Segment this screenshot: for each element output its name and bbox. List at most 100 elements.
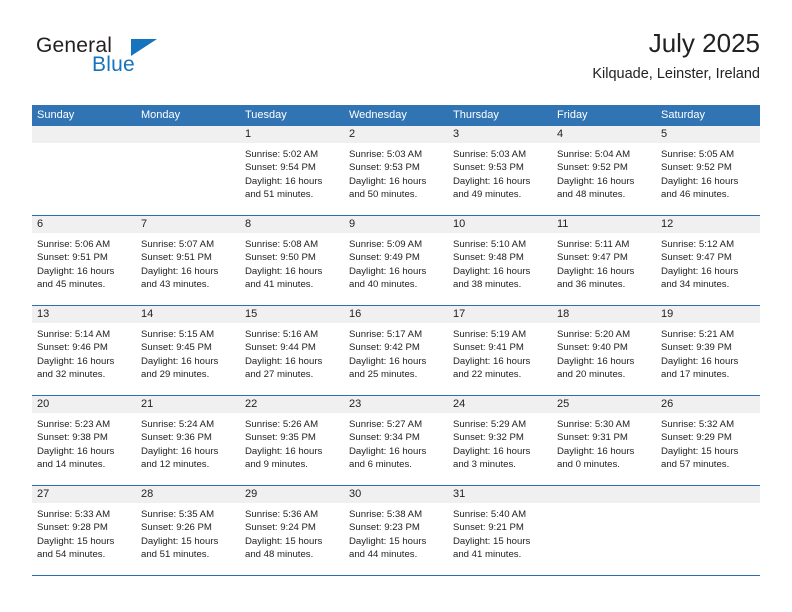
calendar-day-cell[interactable]: 8 Sunrise: 5:08 AM Sunset: 9:50 PM Daylight… <box>240 216 344 305</box>
calendar-day-cell[interactable]: 22 Sunrise: 5:26 AM Sunset: 9:35 PM Dayligh… <box>240 396 344 485</box>
day-details: Sunrise: 5:09 AM Sunset: 9:49 PM Daylight:… <box>344 233 448 292</box>
calendar-day-cell[interactable]: 29 Sunrise: 5:36 AM Sunset: 9:24 PM Dayligh… <box>240 486 344 575</box>
calendar-day-cell[interactable]: 21 Sunrise: 5:24 AM Sunset: 9:36 PM Dayligh… <box>136 396 240 485</box>
daylight-text-line2: and 48 minutes. <box>557 189 626 201</box>
sunset-text: Sunset: 9:44 PM <box>245 342 316 354</box>
day-number: 8 <box>240 216 344 233</box>
calendar-day-cell[interactable]: 16 Sunrise: 5:17 AM Sunset: 9:42 PM Dayligh… <box>344 306 448 395</box>
calendar-day-cell[interactable]: 25 Sunrise: 5:30 AM Sunset: 9:31 PM Dayligh… <box>552 396 656 485</box>
sunrise-text: Sunrise: 5:12 AM <box>661 239 735 250</box>
calendar-day-cell[interactable]: 5 Sunrise: 5:05 AM Sunset: 9:52 PM Daylight… <box>656 126 760 215</box>
day-number: 27 <box>32 486 136 503</box>
logo-triangle-icon <box>131 39 157 56</box>
daylight-text-line2: and 41 minutes. <box>245 279 314 291</box>
sunset-text: Sunset: 9:53 PM <box>453 162 524 174</box>
calendar-weeks: 1 Sunrise: 5:02 AM Sunset: 9:54 PM Daylight… <box>32 126 760 576</box>
calendar-day-cell[interactable]: 18 Sunrise: 5:20 AM Sunset: 9:40 PM Dayligh… <box>552 306 656 395</box>
daylight-text-line1: Daylight: 16 hours <box>661 355 739 367</box>
sunset-text: Sunset: 9:42 PM <box>349 342 420 354</box>
sunrise-text: Sunrise: 5:16 AM <box>245 329 319 340</box>
sunset-text: Sunset: 9:21 PM <box>453 522 524 534</box>
sunset-text: Sunset: 9:36 PM <box>141 432 212 444</box>
day-details: Sunrise: 5:10 AM Sunset: 9:48 PM Daylight:… <box>448 233 552 292</box>
sunrise-text: Sunrise: 5:26 AM <box>245 419 319 430</box>
calendar-day-cell[interactable]: 3 Sunrise: 5:03 AM Sunset: 9:53 PM Daylight… <box>448 126 552 215</box>
daylight-text-line1: Daylight: 16 hours <box>557 355 635 367</box>
title-block: July 2025 Kilquade, Leinster, Ireland <box>592 26 760 85</box>
calendar-day-cell[interactable]: 30 Sunrise: 5:38 AM Sunset: 9:23 PM Dayligh… <box>344 486 448 575</box>
calendar-day-cell[interactable]: 12 Sunrise: 5:12 AM Sunset: 9:47 PM Dayligh… <box>656 216 760 305</box>
sunset-text: Sunset: 9:50 PM <box>245 252 316 264</box>
daylight-text-line1: Daylight: 16 hours <box>141 355 219 367</box>
day-number: 5 <box>656 126 760 143</box>
day-details: Sunrise: 5:02 AM Sunset: 9:54 PM Daylight:… <box>240 143 344 202</box>
daylight-text-line2: and 27 minutes. <box>245 369 314 381</box>
calendar-day-cell[interactable]: 26 Sunrise: 5:32 AM Sunset: 9:29 PM Dayligh… <box>656 396 760 485</box>
sunrise-text: Sunrise: 5:14 AM <box>37 329 111 340</box>
day-number: 30 <box>344 486 448 503</box>
calendar-day-cell[interactable]: 15 Sunrise: 5:16 AM Sunset: 9:44 PM Dayligh… <box>240 306 344 395</box>
day-number: 29 <box>240 486 344 503</box>
daylight-text-line2: and 25 minutes. <box>349 369 418 381</box>
day-details: Sunrise: 5:05 AM Sunset: 9:52 PM Daylight:… <box>656 143 760 202</box>
weekday-header-sunday: Sunday <box>37 109 75 121</box>
calendar-day-cell[interactable]: 14 Sunrise: 5:15 AM Sunset: 9:45 PM Dayligh… <box>136 306 240 395</box>
calendar-day-cell[interactable]: 7 Sunrise: 5:07 AM Sunset: 9:51 PM Daylight… <box>136 216 240 305</box>
logo-text-blue: Blue <box>92 53 135 76</box>
daylight-text-line1: Daylight: 16 hours <box>453 265 531 277</box>
sunrise-text: Sunrise: 5:07 AM <box>141 239 215 250</box>
weekday-header-thursday: Thursday <box>453 109 499 121</box>
sunset-text: Sunset: 9:40 PM <box>557 342 628 354</box>
calendar-day-cell[interactable]: 31 Sunrise: 5:40 AM Sunset: 9:21 PM Dayligh… <box>448 486 552 575</box>
sunset-text: Sunset: 9:48 PM <box>453 252 524 264</box>
sunset-text: Sunset: 9:52 PM <box>557 162 628 174</box>
calendar-day-cell[interactable]: 24 Sunrise: 5:29 AM Sunset: 9:32 PM Dayligh… <box>448 396 552 485</box>
day-details: Sunrise: 5:27 AM Sunset: 9:34 PM Daylight:… <box>344 413 448 472</box>
calendar-day-cell[interactable]: 6 Sunrise: 5:06 AM Sunset: 9:51 PM Daylight… <box>32 216 136 305</box>
sunset-text: Sunset: 9:49 PM <box>349 252 420 264</box>
daylight-text-line2: and 46 minutes. <box>661 189 730 201</box>
day-number: 18 <box>552 306 656 323</box>
sunrise-text: Sunrise: 5:21 AM <box>661 329 735 340</box>
calendar-day-cell[interactable]: 23 Sunrise: 5:27 AM Sunset: 9:34 PM Dayligh… <box>344 396 448 485</box>
general-blue-logo: General Blue <box>32 34 272 90</box>
calendar-day-cell[interactable]: 4 Sunrise: 5:04 AM Sunset: 9:52 PM Daylight… <box>552 126 656 215</box>
day-details: Sunrise: 5:38 AM Sunset: 9:23 PM Daylight:… <box>344 503 448 562</box>
page-header: General Blue July 2025 Kilquade, Leinste… <box>32 26 760 98</box>
calendar-day-cell[interactable]: 17 Sunrise: 5:19 AM Sunset: 9:41 PM Dayligh… <box>448 306 552 395</box>
sunrise-text: Sunrise: 5:27 AM <box>349 419 423 430</box>
calendar-day-cell[interactable]: 13 Sunrise: 5:14 AM Sunset: 9:46 PM Dayligh… <box>32 306 136 395</box>
weekday-header-wednesday: Wednesday <box>349 109 407 121</box>
calendar-day-cell[interactable]: 9 Sunrise: 5:09 AM Sunset: 9:49 PM Daylight… <box>344 216 448 305</box>
calendar-day-cell[interactable]: 1 Sunrise: 5:02 AM Sunset: 9:54 PM Daylight… <box>240 126 344 215</box>
sunrise-text: Sunrise: 5:06 AM <box>37 239 111 250</box>
sunrise-text: Sunrise: 5:33 AM <box>37 509 111 520</box>
day-details: Sunrise: 5:40 AM Sunset: 9:21 PM Daylight:… <box>448 503 552 562</box>
sunset-text: Sunset: 9:38 PM <box>37 432 108 444</box>
calendar-day-cell[interactable]: 27 Sunrise: 5:33 AM Sunset: 9:28 PM Dayligh… <box>32 486 136 575</box>
sunrise-text: Sunrise: 5:02 AM <box>245 149 319 160</box>
calendar-day-cell[interactable]: 10 Sunrise: 5:10 AM Sunset: 9:48 PM Dayligh… <box>448 216 552 305</box>
daylight-text-line2: and 17 minutes. <box>661 369 730 381</box>
sunset-text: Sunset: 9:54 PM <box>245 162 316 174</box>
sunrise-text: Sunrise: 5:10 AM <box>453 239 527 250</box>
calendar-day-cell[interactable]: 19 Sunrise: 5:21 AM Sunset: 9:39 PM Dayligh… <box>656 306 760 395</box>
calendar-day-cell[interactable]: 28 Sunrise: 5:35 AM Sunset: 9:26 PM Dayligh… <box>136 486 240 575</box>
daylight-text-line2: and 51 minutes. <box>245 189 314 201</box>
daylight-text-line1: Daylight: 16 hours <box>141 265 219 277</box>
day-details: Sunrise: 5:36 AM Sunset: 9:24 PM Daylight:… <box>240 503 344 562</box>
day-number: 7 <box>136 216 240 233</box>
calendar-day-cell[interactable]: 20 Sunrise: 5:23 AM Sunset: 9:38 PM Dayligh… <box>32 396 136 485</box>
calendar-day-cell[interactable]: 11 Sunrise: 5:11 AM Sunset: 9:47 PM Dayligh… <box>552 216 656 305</box>
sunset-text: Sunset: 9:47 PM <box>557 252 628 264</box>
sunrise-text: Sunrise: 5:03 AM <box>349 149 423 160</box>
day-number: 17 <box>448 306 552 323</box>
sunrise-text: Sunrise: 5:19 AM <box>453 329 527 340</box>
calendar-day-cell[interactable]: 2 Sunrise: 5:03 AM Sunset: 9:53 PM Daylight… <box>344 126 448 215</box>
sunrise-text: Sunrise: 5:09 AM <box>349 239 423 250</box>
day-number: 22 <box>240 396 344 413</box>
sunrise-text: Sunrise: 5:03 AM <box>453 149 527 160</box>
sunrise-text: Sunrise: 5:24 AM <box>141 419 215 430</box>
sunset-text: Sunset: 9:24 PM <box>245 522 316 534</box>
sunset-text: Sunset: 9:29 PM <box>661 432 732 444</box>
